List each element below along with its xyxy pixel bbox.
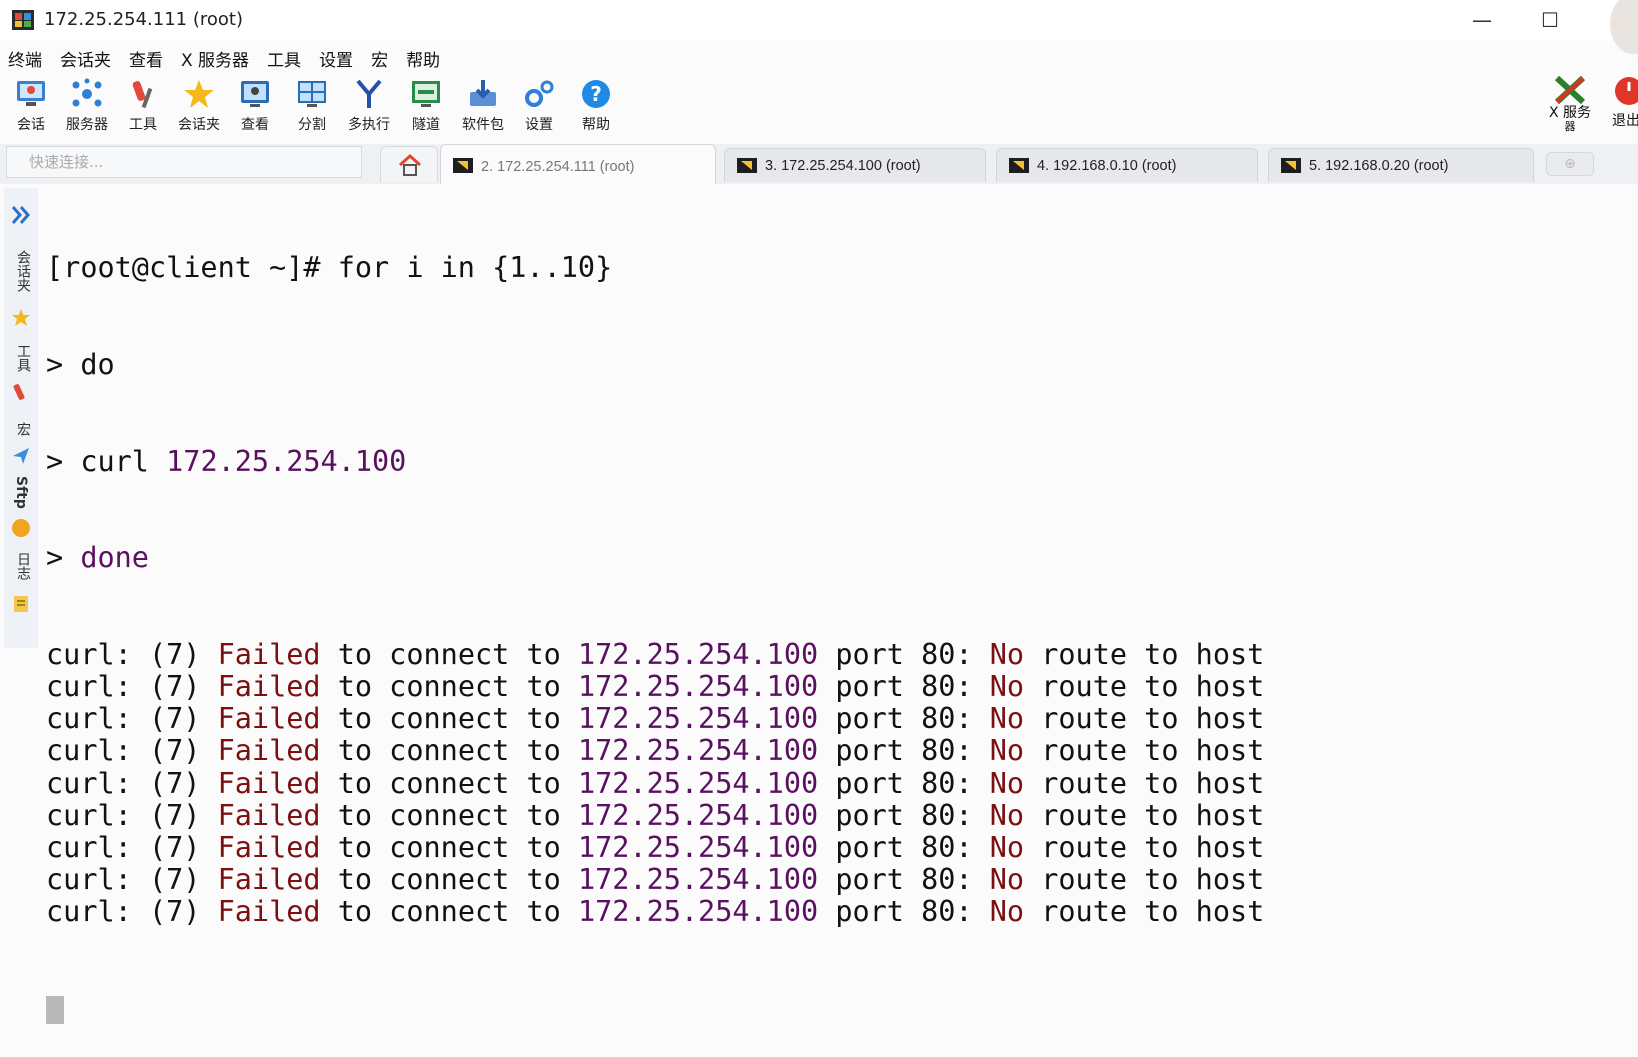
terminal-continuation-line: > do: [46, 348, 115, 381]
toolbar-tools-button[interactable]: 工具: [114, 78, 172, 134]
svg-text:?: ?: [590, 82, 602, 106]
menu-help[interactable]: 帮助: [398, 46, 450, 71]
servers-icon: [72, 78, 102, 107]
expand-panel-icon[interactable]: [8, 202, 34, 228]
side-panel: 会话夹 工具 宏 Sftp 日志: [4, 188, 38, 648]
terminal-tab-icon: [1281, 158, 1301, 173]
macro-icon: [13, 448, 29, 464]
settings-icon: [525, 80, 554, 107]
side-tab-log[interactable]: 日志: [13, 552, 33, 580]
toolbar-view-button[interactable]: 查看: [226, 78, 284, 134]
terminal-tab-icon: [737, 158, 757, 173]
terminal-command-line: [root@client ~]# for i in {1..10}: [46, 251, 613, 285]
log-icon: [14, 596, 28, 612]
toolbar-multiexec-button[interactable]: 多执行: [340, 78, 398, 134]
toolbar-help-button[interactable]: ? 帮助: [567, 78, 625, 134]
toolbar-split-button[interactable]: 分割: [283, 78, 341, 134]
packages-icon: [470, 80, 496, 106]
tab-session-3[interactable]: 3. 172.25.254.100 (root): [724, 148, 986, 182]
toolbar-session-button[interactable]: 会话: [2, 78, 60, 134]
toolbar-packages-button[interactable]: 软件包: [454, 78, 512, 134]
session-tab-bar: 快速连接... 2. 172.25.254.111 (root) 3. 172.…: [0, 144, 1638, 184]
terminal-continuation-line: > done: [46, 541, 149, 575]
menu-bar: 终端 会话夹 查看 X 服务器 工具 设置 宏 帮助: [0, 42, 1638, 74]
toolbar: 会话 服务器 工具 会话夹 查看 分割 多执行 隧道 软件包 设置 ? 帮助 X…: [0, 76, 1638, 142]
terminal-error-line: curl: (7) Failed to connect to 172.25.25…: [46, 637, 1265, 671]
side-tab-tools[interactable]: 工具: [13, 344, 33, 372]
session-icon: [17, 81, 45, 106]
toolbar-tunnel-button[interactable]: 隧道: [397, 78, 455, 134]
toolbar-favorites-button[interactable]: 会话夹: [170, 78, 228, 134]
plus-icon: ⊕: [1564, 156, 1576, 172]
terminal-prompt-line: [46, 993, 1626, 1025]
menu-settings[interactable]: 设置: [311, 46, 363, 71]
menu-xserver[interactable]: X 服务器: [173, 46, 259, 71]
power-icon: [1615, 77, 1638, 105]
terminal-error-line: curl: (7) Failed to connect to 172.25.25…: [46, 669, 1265, 703]
terminal-error-line: curl: (7) Failed to connect to 172.25.25…: [46, 863, 1265, 897]
side-tab-sftp[interactable]: Sftp: [13, 476, 29, 509]
menu-view[interactable]: 查看: [121, 46, 173, 71]
tab-session-5[interactable]: 5. 192.168.0.20 (root): [1268, 148, 1534, 182]
terminal-tab-icon: [453, 158, 473, 173]
quick-connect-input[interactable]: 快速连接...: [6, 146, 362, 178]
tools-icon: [13, 384, 25, 400]
title-bar: 172.25.254.111 (root) — ☐: [0, 0, 1638, 54]
side-tab-sessions[interactable]: 会话夹: [13, 250, 33, 292]
terminal-error-line: curl: (7) Failed to connect to 172.25.25…: [46, 830, 1265, 864]
star-icon: [12, 309, 30, 326]
xserver-icon: [1554, 76, 1586, 104]
terminal-error-line: curl: (7) Failed to connect to 172.25.25…: [46, 766, 1265, 800]
toolbar-servers-button[interactable]: 服务器: [58, 78, 116, 134]
tunnel-icon: [412, 81, 440, 107]
error-lines: curl: (7) Failed to connect to 172.25.25…: [46, 637, 1626, 929]
home-tab[interactable]: [380, 146, 438, 182]
menu-tools[interactable]: 工具: [259, 46, 311, 71]
help-icon: ?: [582, 80, 610, 108]
xserver-button[interactable]: X 服务 器: [1542, 76, 1598, 132]
tools-icon: [132, 81, 153, 109]
menu-sessions[interactable]: 会话夹: [52, 46, 121, 71]
view-icon: [241, 81, 269, 107]
home-icon: [398, 153, 422, 176]
terminal-cursor: [46, 995, 64, 1024]
terminal-continuation-line: > curl 172.25.254.100: [46, 444, 407, 478]
terminal-output[interactable]: [root@client ~]# for i in {1..10} > do >…: [46, 188, 1626, 1024]
tab-session-2[interactable]: 2. 172.25.254.111 (root): [440, 144, 716, 184]
side-tab-macros[interactable]: 宏: [13, 422, 33, 436]
tab-session-4[interactable]: 4. 192.168.0.10 (root): [996, 148, 1258, 182]
exit-button[interactable]: 退出: [1612, 76, 1638, 130]
multiexec-icon: [356, 79, 382, 108]
minimize-button[interactable]: —: [1462, 6, 1502, 34]
app-logo-icon: [12, 10, 34, 30]
toolbar-settings-button[interactable]: 设置: [510, 78, 568, 134]
terminal-error-line: curl: (7) Failed to connect to 172.25.25…: [46, 702, 1265, 736]
menu-macros[interactable]: 宏: [363, 46, 398, 71]
terminal-tab-icon: [1009, 158, 1029, 173]
new-tab-button[interactable]: ⊕: [1546, 152, 1594, 176]
terminal-error-line: curl: (7) Failed to connect to 172.25.25…: [46, 895, 1265, 929]
terminal-error-line: curl: (7) Failed to connect to 172.25.25…: [46, 734, 1265, 768]
maximize-button[interactable]: ☐: [1530, 6, 1570, 34]
terminal-error-line: curl: (7) Failed to connect to 172.25.25…: [46, 798, 1265, 832]
window-title: 172.25.254.111 (root): [44, 9, 243, 30]
menu-terminal[interactable]: 终端: [0, 46, 52, 71]
sftp-icon: [12, 519, 30, 537]
star-icon: [184, 80, 214, 108]
split-icon: [298, 81, 326, 107]
